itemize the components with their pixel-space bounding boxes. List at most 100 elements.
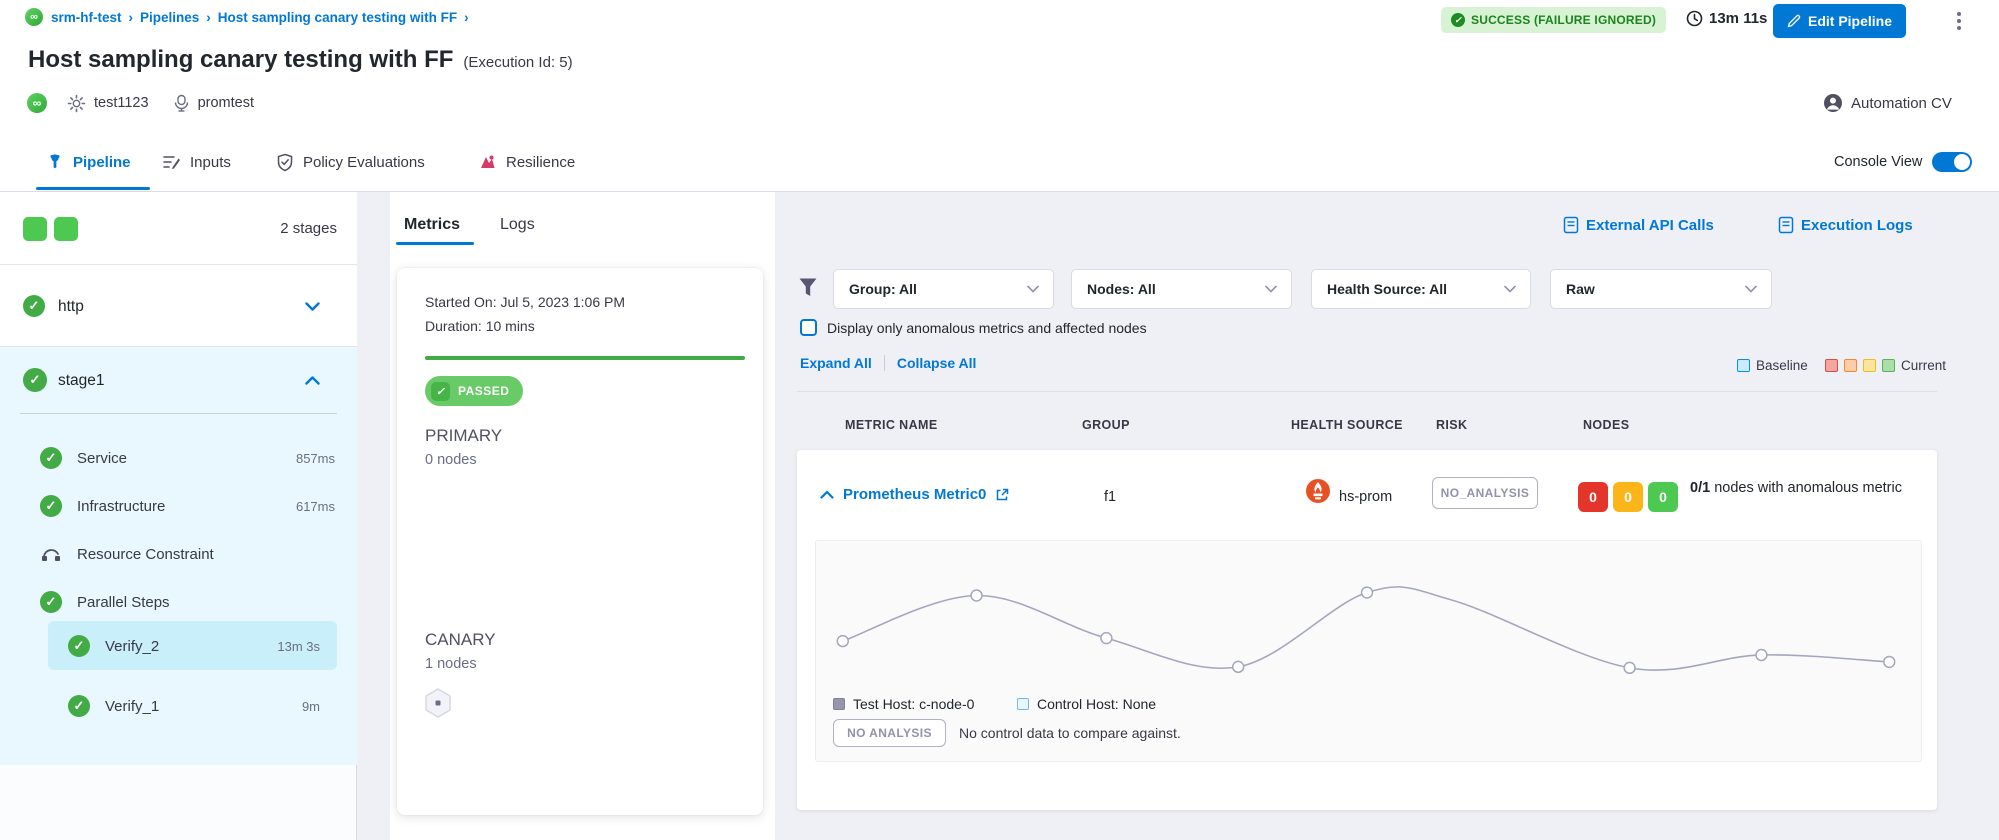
baseline-swatch	[1737, 359, 1750, 372]
tab-inputs[interactable]: Inputs	[162, 133, 231, 191]
no-analysis-badge: NO ANALYSIS	[833, 719, 946, 747]
check-circle-icon: ✓	[1451, 13, 1465, 27]
current-swatch-orange	[1844, 359, 1857, 372]
document-icon	[1563, 216, 1579, 234]
active-tab-underline	[396, 242, 474, 245]
expand-all-link[interactable]: Expand All	[800, 355, 872, 371]
elapsed-time: 13m 11s	[1686, 10, 1767, 27]
console-view-toggle[interactable]	[1932, 152, 1972, 172]
chevron-down-icon	[1504, 285, 1516, 293]
app-root: ∞ srm-hf-test › Pipelines › Host samplin…	[0, 0, 1999, 840]
user-name: Automation CV	[1851, 95, 1952, 112]
raw-filter-dropdown[interactable]: Raw	[1550, 269, 1772, 309]
metric-row-panel: Prometheus Metric0 f1 hs-prom NO_ANALYSI…	[797, 450, 1937, 810]
sidebar-step-infrastructure[interactable]: ✓ Infrastructure 617ms	[0, 486, 357, 526]
step-duration: 9m	[215, 699, 320, 714]
step-duration: 13m 3s	[215, 639, 320, 654]
anomalous-filter-row: Display only anomalous metrics and affec…	[800, 319, 1147, 336]
started-on: Started On: Jul 5, 2023 1:06 PM	[425, 294, 625, 310]
canary-label: CANARY	[425, 630, 496, 650]
console-view-control: Console View	[1834, 152, 1972, 172]
document-icon	[1778, 216, 1794, 234]
step-label: Infrastructure	[77, 498, 165, 515]
chevron-down-icon[interactable]	[305, 302, 320, 312]
metric-name-link[interactable]: Prometheus Metric0	[820, 486, 1009, 503]
execution-logs-link[interactable]: Execution Logs	[1778, 216, 1913, 234]
success-check-icon: ✓	[40, 495, 62, 517]
shield-check-icon	[276, 153, 294, 172]
active-tab-underline	[36, 187, 150, 190]
prometheus-icon	[1305, 478, 1331, 504]
triggered-by: Automation CV	[1823, 93, 1952, 113]
chevron-up-icon[interactable]	[305, 375, 320, 385]
success-check-icon: ✓	[23, 368, 47, 392]
step-label: Resource Constraint	[77, 546, 214, 563]
divider	[884, 355, 885, 371]
success-check-icon: ✓	[68, 635, 90, 657]
step-duration: 617ms	[230, 499, 335, 514]
divider	[797, 391, 1937, 392]
inputs-icon	[162, 153, 181, 171]
breadcrumb: ∞ srm-hf-test › Pipelines › Host samplin…	[25, 8, 476, 26]
step-label: Verify_2	[105, 638, 159, 655]
tab-resilience[interactable]: Resilience	[478, 133, 575, 191]
status-badge: ✓ SUCCESS (FAILURE IGNORED)	[1441, 7, 1666, 33]
stage-sidebar: 2 stages ✓ http ✓ stage1	[0, 192, 357, 840]
col-header-metric-name: METRIC NAME	[845, 418, 938, 432]
pencil-icon	[1787, 14, 1801, 28]
resilience-icon	[478, 153, 497, 171]
breadcrumb-project-link[interactable]: srm-hf-test	[51, 10, 122, 25]
current-swatch-red	[1825, 359, 1838, 372]
tab-logs[interactable]: Logs	[500, 216, 535, 234]
execution-id: (Execution Id: 5)	[463, 54, 572, 71]
sidebar-step-verify-1[interactable]: ✓ Verify_1 9m	[0, 686, 357, 726]
edit-pipeline-button[interactable]: Edit Pipeline	[1773, 4, 1906, 38]
anomalous-checkbox[interactable]	[800, 319, 817, 336]
sidebar-step-parallel-steps[interactable]: ✓ Parallel Steps	[0, 582, 357, 622]
success-check-icon: ✓	[40, 447, 62, 469]
chevron-up-icon[interactable]	[820, 490, 834, 499]
avatar-icon	[1823, 93, 1843, 113]
breadcrumb-separator: ›	[464, 10, 469, 25]
more-options-button[interactable]	[1948, 7, 1970, 35]
anomalous-checkbox-label: Display only anomalous metrics and affec…	[827, 320, 1147, 336]
primary-label: PRIMARY	[425, 426, 502, 446]
health-source-filter-dropdown[interactable]: Health Source: All	[1311, 269, 1531, 309]
execution-tabbar: Pipeline Inputs Policy Evaluations	[0, 133, 1999, 192]
analysis-message: No control data to compare against.	[959, 725, 1181, 741]
health-source-name: hs-prom	[1339, 489, 1392, 505]
col-header-group: GROUP	[1082, 418, 1130, 432]
tab-metrics[interactable]: Metrics	[404, 216, 460, 234]
canary-node-hexagon-icon[interactable]	[421, 686, 455, 720]
sidebar-step-service[interactable]: ✓ Service 857ms	[0, 438, 357, 478]
test-host-swatch	[833, 698, 845, 710]
breadcrumb-pipeline-link[interactable]: Host sampling canary testing with FF	[218, 10, 457, 25]
environment-icon	[173, 94, 190, 112]
page-header: ∞ srm-hf-test › Pipelines › Host samplin…	[0, 0, 1999, 133]
chevron-down-icon	[1265, 285, 1277, 293]
tab-pipeline[interactable]: Pipeline	[46, 133, 131, 191]
divider	[20, 413, 337, 414]
gear-icon	[67, 94, 86, 113]
breadcrumb-separator: ›	[129, 10, 134, 25]
filter-icon[interactable]	[798, 277, 818, 299]
nodes-filter-dropdown[interactable]: Nodes: All	[1071, 269, 1292, 309]
sidebar-step-resource-constraint[interactable]: Resource Constraint	[0, 534, 357, 574]
risk-badge: NO_ANALYSIS	[1432, 477, 1538, 509]
tab-policy-evaluations[interactable]: Policy Evaluations	[276, 133, 425, 191]
collapse-all-link[interactable]: Collapse All	[897, 355, 977, 371]
external-api-calls-link[interactable]: External API Calls	[1563, 216, 1714, 234]
progress-bar	[425, 356, 745, 360]
group-filter-dropdown[interactable]: Group: All	[833, 269, 1054, 309]
node-count-yellow-badge: 0	[1613, 482, 1643, 512]
col-header-risk: RISK	[1436, 418, 1467, 432]
canary-node-count: 1 nodes	[425, 656, 477, 672]
current-swatch-green	[1882, 359, 1895, 372]
sidebar-step-verify-2[interactable]: ✓ Verify_2 13m 3s	[0, 626, 357, 666]
breadcrumb-pipelines-link[interactable]: Pipelines	[140, 10, 199, 25]
stage-status-square	[54, 217, 78, 241]
nodes-ratio: 0/1	[1690, 480, 1710, 496]
sidebar-stage-http[interactable]: ✓ http	[0, 265, 357, 347]
content-area: 2 stages ✓ http ✓ stage1	[0, 192, 1999, 840]
external-link-icon[interactable]	[995, 488, 1009, 502]
